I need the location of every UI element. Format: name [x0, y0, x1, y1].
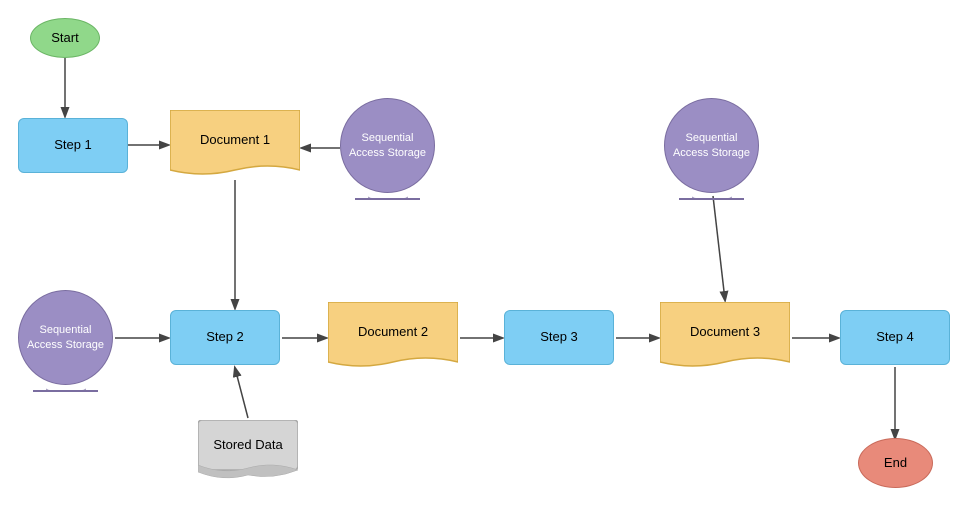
doc2-label: Document 2 — [358, 324, 428, 341]
step3-node: Step 3 — [504, 310, 614, 365]
seq1-label: Sequential Access Storage — [349, 131, 426, 160]
doc3-label: Document 3 — [690, 324, 760, 341]
diagram: Start Step 1 Document 1 Sequential Acces… — [0, 0, 980, 511]
stored-data-label: Stored Data — [213, 437, 282, 454]
seq2-label: Sequential Access Storage — [27, 323, 104, 352]
start-label: Start — [51, 30, 78, 47]
doc2-node: Document 2 — [328, 302, 458, 377]
seq1-underline — [355, 196, 420, 200]
doc1-node: Document 1 — [170, 110, 300, 185]
stored-data-node: Stored Data — [198, 420, 298, 480]
seq3-node: Sequential Access Storage — [664, 98, 759, 193]
end-node: End — [858, 438, 933, 488]
step4-label: Step 4 — [876, 329, 914, 346]
seq3-underline — [679, 196, 744, 200]
step2-label: Step 2 — [206, 329, 244, 346]
step3-label: Step 3 — [540, 329, 578, 346]
seq3-label: Sequential Access Storage — [673, 131, 750, 160]
doc1-label: Document 1 — [200, 132, 270, 149]
seq1-node: Sequential Access Storage — [340, 98, 435, 193]
seq2-underline — [33, 388, 98, 392]
step2-node: Step 2 — [170, 310, 280, 365]
seq2-node: Sequential Access Storage — [18, 290, 113, 385]
end-label: End — [884, 455, 907, 472]
start-node: Start — [30, 18, 100, 58]
doc3-node: Document 3 — [660, 302, 790, 377]
arrows-overlay — [0, 0, 980, 511]
step1-label: Step 1 — [54, 137, 92, 154]
step4-node: Step 4 — [840, 310, 950, 365]
step1-node: Step 1 — [18, 118, 128, 173]
